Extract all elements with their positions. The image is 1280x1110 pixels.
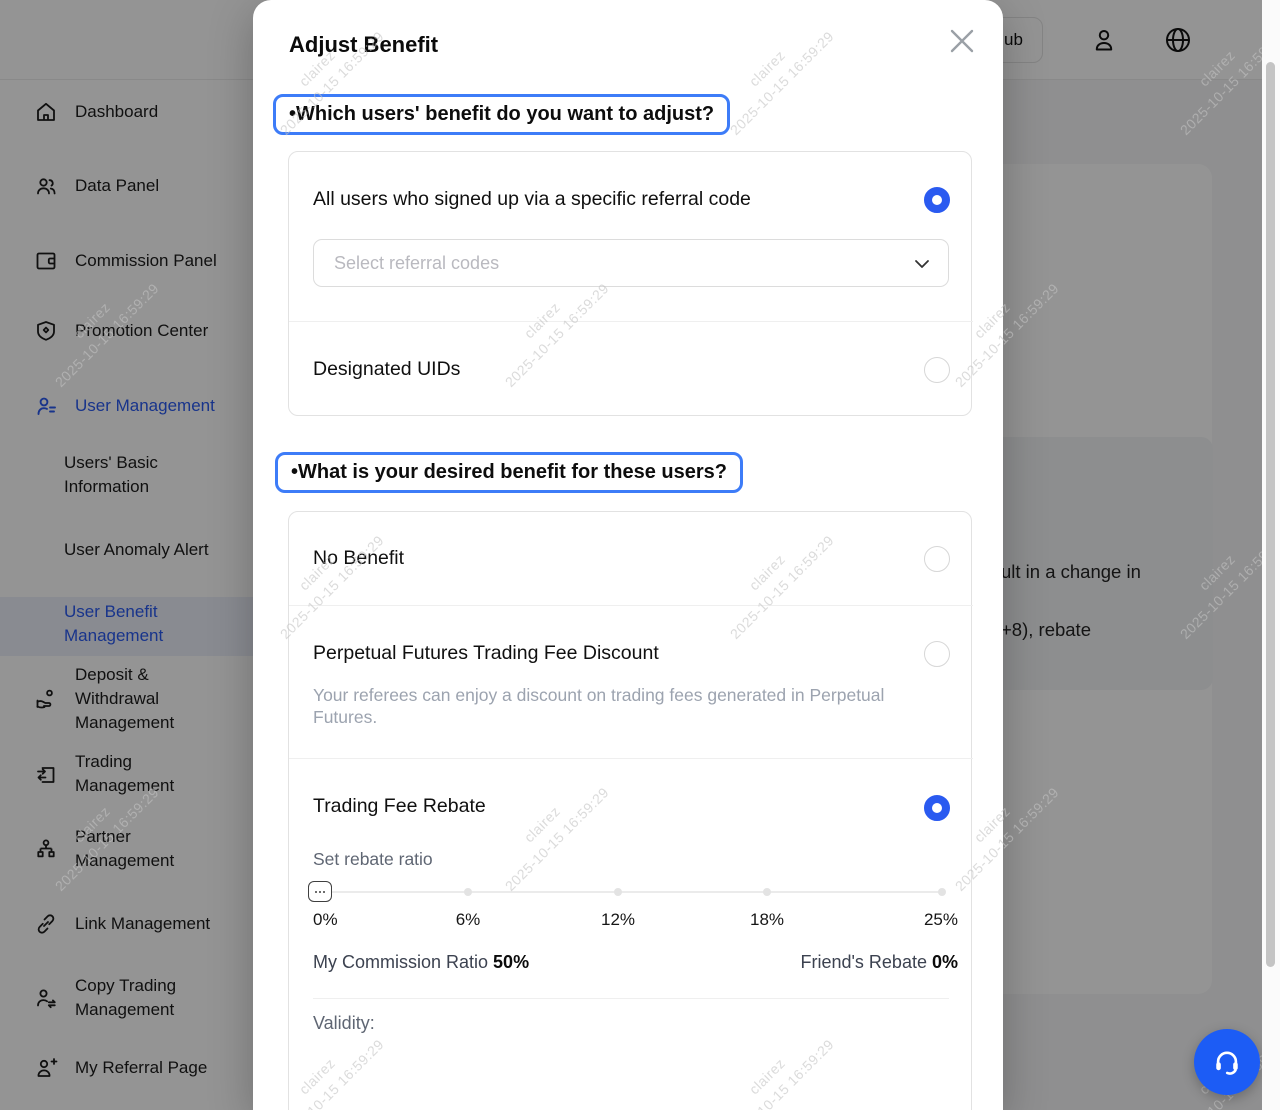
ratio-summary-row: My Commission Ratio 50% Friend's Rebate …: [313, 952, 958, 973]
slider-tick-dot: [763, 888, 771, 896]
tick-label: 0%: [313, 910, 338, 930]
divider: [313, 998, 949, 999]
question-desired-benefit: •What is your desired benefit for these …: [275, 452, 743, 493]
modal-title: Adjust Benefit: [289, 32, 438, 58]
slider-tick-labels: 0% 6% 12% 18% 25%: [313, 910, 958, 932]
no-benefit-radio[interactable]: [924, 546, 950, 572]
friend-rebate-value: 0%: [932, 952, 958, 972]
friends-rebate: Friend's Rebate 0%: [800, 952, 958, 973]
page-scrollbar[interactable]: [1262, 0, 1280, 1110]
tick-label: 18%: [750, 910, 784, 930]
question-which-users: •Which users' benefit do you want to adj…: [273, 94, 730, 135]
fee-discount-label: Perpetual Futures Trading Fee Discount: [313, 642, 659, 665]
fee-rebate-label: Trading Fee Rebate: [313, 795, 486, 818]
fee-discount-radio[interactable]: [924, 641, 950, 667]
slider-handle[interactable]: [308, 881, 332, 902]
tick-label: 25%: [924, 910, 958, 930]
slider-tick-dot: [938, 888, 946, 896]
divider: [289, 605, 973, 606]
referral-option-label: All users who signed up via a specific r…: [313, 188, 751, 211]
designated-uids-radio[interactable]: [924, 357, 950, 383]
validity-label: Validity:: [313, 1013, 375, 1034]
close-icon[interactable]: [947, 26, 977, 56]
benefit-card: No Benefit Perpetual Futures Trading Fee…: [288, 511, 972, 1110]
designated-uids-label: Designated UIDs: [313, 358, 460, 381]
set-rebate-ratio-label: Set rebate ratio: [313, 849, 433, 870]
support-chat-button[interactable]: [1194, 1029, 1260, 1095]
no-benefit-label: No Benefit: [313, 547, 404, 570]
user-scope-card: All users who signed up via a specific r…: [288, 151, 972, 416]
tick-label: 12%: [601, 910, 635, 930]
fee-rebate-radio[interactable]: [924, 795, 950, 821]
referral-radio[interactable]: [924, 187, 950, 213]
fee-discount-description: Your referees can enjoy a discount on tr…: [313, 684, 888, 728]
headset-icon: [1211, 1046, 1243, 1078]
select-placeholder: Select referral codes: [334, 253, 499, 274]
referral-codes-select[interactable]: Select referral codes: [313, 239, 949, 287]
my-commission-ratio: My Commission Ratio 50%: [313, 952, 529, 973]
rebate-ratio-slider[interactable]: [313, 881, 958, 905]
slider-track[interactable]: [319, 891, 942, 893]
slider-tick-dot: [614, 888, 622, 896]
divider: [289, 321, 973, 322]
chevron-down-icon: [914, 258, 930, 270]
scrollbar-thumb[interactable]: [1266, 62, 1275, 967]
adjust-benefit-modal: Adjust Benefit •Which users' benefit do …: [253, 0, 1003, 1110]
tick-label: 6%: [456, 910, 481, 930]
page-root: BingX Dashboard Data Panel Commission Pa…: [0, 0, 1280, 1110]
slider-tick-dot: [464, 888, 472, 896]
divider: [289, 758, 973, 759]
commission-value: 50%: [493, 952, 529, 972]
